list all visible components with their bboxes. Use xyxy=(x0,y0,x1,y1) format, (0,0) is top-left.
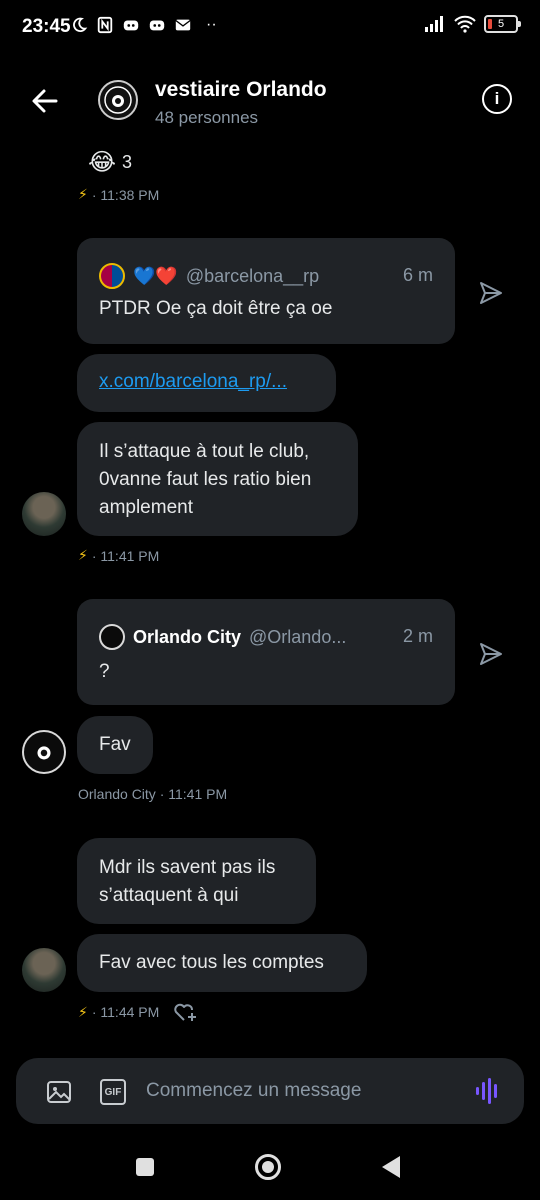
gif-icon[interactable]: GIF xyxy=(100,1079,126,1105)
quoted-time: 6 m xyxy=(402,265,433,285)
message-meta: ⚡ · 11:44 PM xyxy=(78,1001,199,1023)
share-icon[interactable] xyxy=(478,641,504,667)
mail-icon xyxy=(175,19,191,31)
orlando-avatar xyxy=(99,624,125,650)
system-icons: 5 xyxy=(424,15,521,33)
message-composer: GIF Commencez un message xyxy=(16,1058,524,1124)
quoted-name: Orlando City xyxy=(133,626,242,647)
message-meta: Orlando City · 11:41 PM xyxy=(78,786,227,802)
nfc-icon xyxy=(97,16,113,34)
member-count[interactable]: 48 personnes xyxy=(155,108,258,128)
message-text: Fav avec tous les comptes xyxy=(99,952,324,973)
message-bubble[interactable]: Fav avec tous les comptes xyxy=(77,934,367,992)
link-text[interactable]: x.com/barcelona_rp/... xyxy=(99,371,287,392)
laughing-emoji-icon: 😂 xyxy=(88,149,117,176)
battery-level: 5 xyxy=(497,18,505,30)
bolt-icon: ⚡ xyxy=(78,186,88,202)
wifi-icon xyxy=(454,15,476,33)
system-nav-bar xyxy=(0,1136,540,1200)
recents-button[interactable] xyxy=(136,1158,154,1176)
status-bar: 23:45 ·· 5 xyxy=(0,0,540,56)
quoted-handle: @barcelona__rp xyxy=(185,265,320,286)
status-time: 23:45 xyxy=(22,16,71,37)
conversation-header: vestiaire Orlando 48 personnes i xyxy=(0,70,540,140)
quoted-post-card[interactable]: 💙❤️ @barcelona__rp 6 m PTDR Oe ça doit ê… xyxy=(77,238,455,344)
group-avatar[interactable] xyxy=(98,80,138,120)
battery-icon: 5 xyxy=(484,15,521,33)
message-input[interactable]: Commencez un message xyxy=(146,1080,361,1102)
message-sender-time: Orlando City · 11:41 PM xyxy=(78,786,228,802)
quoted-post-card[interactable]: Orlando City @Orlando... 2 m ? xyxy=(77,599,455,705)
reaction-count: 3 xyxy=(122,152,133,172)
quoted-text: PTDR Oe ça doit être ça oe xyxy=(99,298,333,319)
orlando-logo-icon xyxy=(37,746,51,760)
nav-back-button[interactable] xyxy=(382,1156,400,1178)
quoted-handle: @Orlando... xyxy=(249,626,347,647)
message-meta: ⚡ · 11:41 PM xyxy=(78,547,159,564)
heart-emojis: 💙❤️ xyxy=(133,265,178,286)
message-bubble[interactable]: Il s’attaque à tout le club, 0vanne faut… xyxy=(77,422,358,536)
quoted-time: 2 m xyxy=(402,626,433,646)
info-icon[interactable]: i xyxy=(482,84,512,114)
gif-label: GIF xyxy=(104,1086,122,1098)
bolt-icon: ⚡ xyxy=(78,547,88,563)
discord-icon xyxy=(123,20,139,31)
reaction-summary[interactable]: 😂 3 xyxy=(88,148,132,177)
message-text: Fav xyxy=(99,734,131,755)
home-button[interactable] xyxy=(255,1154,281,1180)
orlando-logo-icon xyxy=(104,86,132,114)
discord-icon-2 xyxy=(149,20,165,31)
message-time: · 11:38 PM xyxy=(91,186,160,203)
message-text: Mdr ils savent pas ils s’attaquent à qui xyxy=(99,857,276,906)
orlando-avatar[interactable] xyxy=(22,730,66,774)
quoted-text: ? xyxy=(99,661,110,682)
message-time: · 11:44 PM xyxy=(91,1004,160,1020)
user-avatar[interactable] xyxy=(22,948,66,992)
message-bubble[interactable]: Mdr ils savent pas ils s’attaquent à qui xyxy=(77,838,316,924)
bolt-icon: ⚡ xyxy=(78,1003,88,1020)
share-icon[interactable] xyxy=(478,280,504,306)
moon-icon xyxy=(73,17,88,33)
more-icon: ·· xyxy=(206,16,217,33)
group-title[interactable]: vestiaire Orlando xyxy=(155,78,327,102)
message-text: Il s’attaque à tout le club, 0vanne faut… xyxy=(99,441,312,518)
link-bubble[interactable]: x.com/barcelona_rp/... xyxy=(77,354,336,412)
user-avatar[interactable] xyxy=(22,492,66,536)
message-bubble[interactable]: Fav xyxy=(77,716,153,774)
image-icon[interactable] xyxy=(46,1079,72,1105)
message-meta: ⚡ · 11:38 PM xyxy=(78,186,159,203)
message-time: · 11:41 PM xyxy=(91,547,160,564)
voice-message-icon[interactable] xyxy=(474,1076,502,1106)
notification-icons: ·· xyxy=(70,16,217,34)
add-reaction-heart-icon[interactable] xyxy=(173,1001,199,1023)
back-arrow-icon[interactable] xyxy=(28,84,62,118)
barcelona-avatar xyxy=(99,263,125,289)
signal-icon xyxy=(425,16,443,32)
